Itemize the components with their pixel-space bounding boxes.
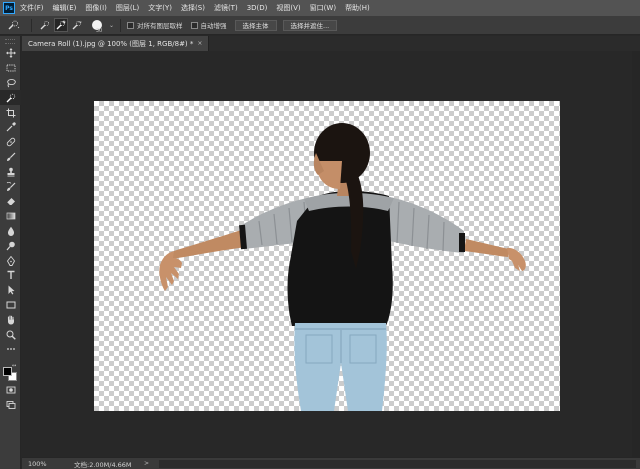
new-selection-button[interactable] [38,18,52,32]
swap-colors-icon[interactable]: ↔ [12,363,16,369]
type-tool[interactable] [0,268,21,283]
move-icon [5,48,16,59]
close-icon[interactable]: × [197,40,202,47]
options-separator [31,18,32,32]
tools-panel: ↔ [0,36,21,469]
gradient-tool[interactable] [0,209,21,224]
lasso-tool[interactable] [0,76,21,91]
menu-select[interactable]: 选择(S) [181,3,205,13]
foreground-color-swatch[interactable] [3,366,12,376]
toolbar-grip[interactable] [5,39,15,44]
sample-all-layers-checkbox[interactable] [127,21,135,29]
brush-add-icon [56,20,66,30]
brush-size-value: 30 [95,28,103,34]
history-brush-icon [6,181,15,191]
hand-tool[interactable] [0,312,21,327]
clone-stamp-tool[interactable] [0,164,21,179]
pen-tool[interactable] [0,253,21,268]
brush-subtract-icon [72,20,82,30]
zoom-tool[interactable] [0,327,21,342]
move-tool[interactable] [0,46,21,61]
crop-tool[interactable] [0,105,21,120]
more-dots-icon [6,348,15,351]
rectangle-shape-icon [6,301,15,309]
arrow-pointer-icon [8,285,14,295]
screen-mode-button[interactable] [0,398,21,413]
quick-selection-brush-icon [8,20,20,30]
gradient-icon [6,212,15,220]
edit-toolbar-button[interactable] [0,342,21,357]
eyedropper-tool[interactable] [0,120,21,135]
document-tab-bar: Camera Roll (1).jpg @ 100% (图层 1, RGB/8#… [22,36,640,51]
photoshop-logo: Ps [3,2,15,14]
auto-enhance-label: 自动增强 [200,22,227,30]
menu-filter[interactable]: 滤镜(T) [214,3,238,13]
stamp-icon [7,167,14,177]
horizontal-scrollbar[interactable] [159,459,636,468]
quick-mask-icon [6,386,15,394]
rectangle-marquee-icon [6,64,15,72]
rectangle-tool[interactable] [0,298,21,313]
document-tab[interactable]: Camera Roll (1).jpg @ 100% (图层 1, RGB/8#… [22,36,210,51]
dodge-tool[interactable] [0,238,21,253]
menu-image[interactable]: 图像(I) [85,3,107,13]
eyedropper-icon [6,122,16,132]
blur-drop-icon [7,226,14,236]
canvas-workspace[interactable] [22,51,632,457]
eraser-tool[interactable] [0,194,21,209]
marquee-tool[interactable] [0,61,21,76]
select-subject-button[interactable]: 选择主体 [234,19,277,31]
menu-window[interactable]: 窗口(W) [310,3,336,13]
pen-nib-icon [6,255,15,266]
quick-mask-button[interactable] [0,383,21,398]
brush-new-icon [40,20,50,30]
quick-selection-tool[interactable] [0,90,21,106]
tool-preset-picker[interactable] [3,18,25,32]
sample-all-layers-label: 对所有图层取样 [137,22,183,30]
select-and-mask-button[interactable]: 选择并遮住... [282,19,338,31]
path-selection-tool[interactable] [0,283,21,298]
crop-icon [6,108,15,118]
options-separator [120,18,122,32]
options-bar: 30 ⌄ 对所有图层取样 自动增强 选择主体 选择并遮住... [0,16,640,35]
auto-enhance-checkbox[interactable] [190,21,198,29]
menu-edit[interactable]: 编辑(E) [53,3,77,13]
document-size-info: 文档:2.00M/4.66M [74,460,132,469]
brush-tool[interactable] [0,150,21,165]
healing-brush-tool[interactable] [0,135,21,150]
menu-view[interactable]: 视图(V) [276,3,300,13]
status-menu-arrow-icon[interactable]: > [144,460,149,467]
paintbrush-icon [6,152,15,161]
menu-help[interactable]: 帮助(H) [345,3,370,13]
status-bar: 100% 文档:2.00M/4.66M > [22,457,640,469]
menu-bar: Ps 文件(F) 编辑(E) 图像(I) 图层(L) 文字(Y) 选择(S) 滤… [0,0,640,16]
color-swatches: ↔ [0,363,21,383]
bandage-icon [6,137,15,147]
menu-type[interactable]: 文字(Y) [148,3,172,13]
brush-picker-chevron-down-icon[interactable]: ⌄ [109,22,114,29]
zoom-level[interactable]: 100% [22,460,62,468]
menu-layer[interactable]: 图层(L) [116,3,139,13]
subtract-from-selection-button[interactable] [70,18,84,32]
cutout-girl-image [159,123,526,411]
add-to-selection-button[interactable] [54,18,68,32]
menu-3d[interactable]: 3D(D) [247,4,268,12]
history-brush-tool[interactable] [0,179,21,194]
type-t-icon [7,271,14,280]
lasso-icon [6,78,16,88]
magnifier-icon [6,330,16,340]
screen-mode-icon [6,400,15,409]
vertical-scrollbar[interactable] [632,51,640,457]
menu-file[interactable]: 文件(F) [20,3,44,13]
quick-selection-icon [6,93,15,103]
dodge-icon [6,241,15,251]
blur-tool[interactable] [0,224,21,239]
hand-icon [7,315,14,325]
photoshop-window: Ps 文件(F) 编辑(E) 图像(I) 图层(L) 文字(Y) 选择(S) 滤… [0,0,640,469]
document-canvas[interactable] [94,101,560,411]
document-tab-title: Camera Roll (1).jpg @ 100% (图层 1, RGB/8#… [28,39,194,48]
eraser-icon [6,198,15,206]
